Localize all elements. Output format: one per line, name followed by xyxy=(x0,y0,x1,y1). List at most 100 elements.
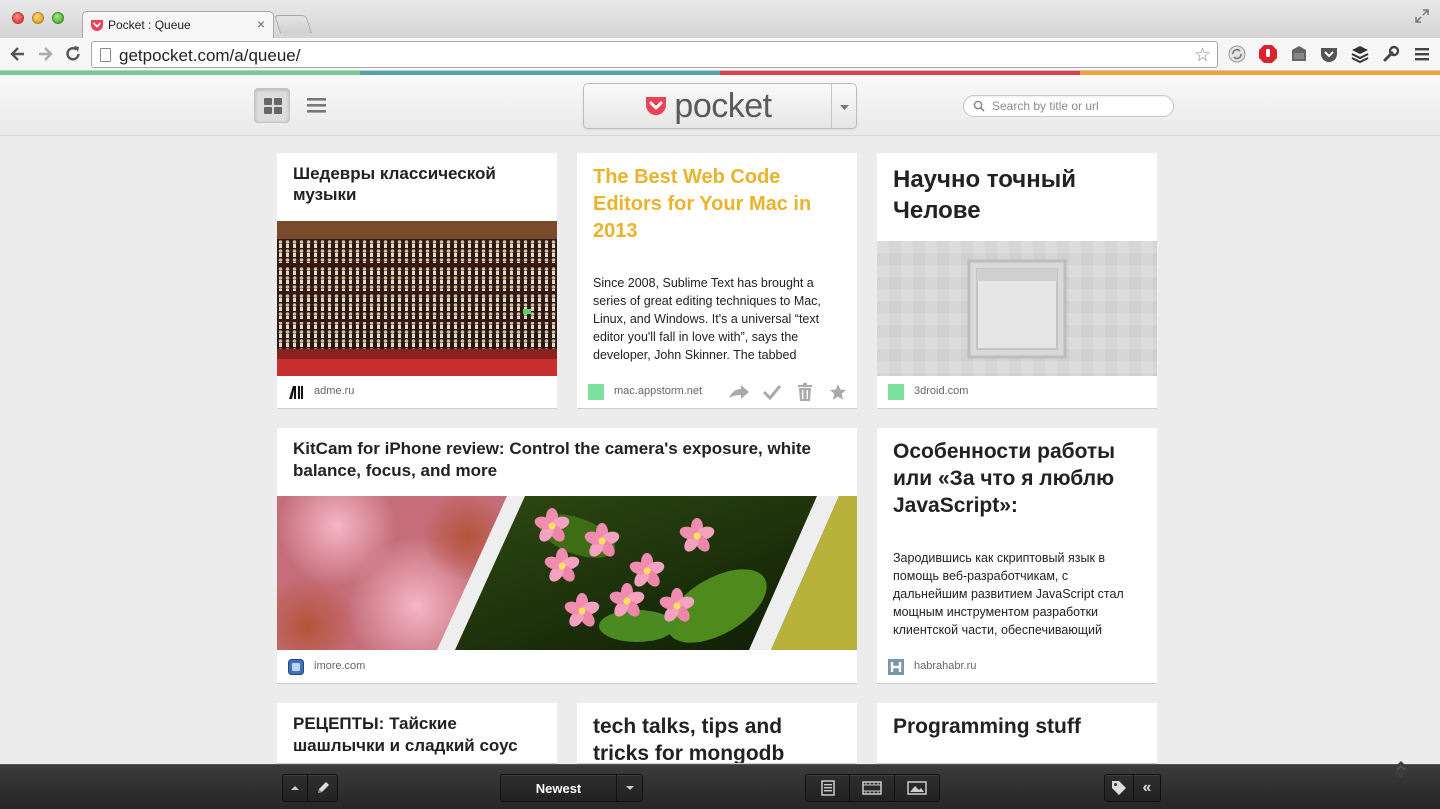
extension-tag-icon[interactable] xyxy=(1289,44,1309,64)
chevron-down-icon xyxy=(840,105,849,110)
tag-icon xyxy=(1112,781,1126,795)
article-card[interactable]: tech talks, tips and tricks for mongodb xyxy=(577,703,857,764)
article-domain[interactable]: 3droid.com xyxy=(914,385,968,397)
sort-select[interactable]: Newest xyxy=(500,774,617,802)
pocket-header: pocket xyxy=(0,75,1440,136)
article-domain[interactable]: adme.ru xyxy=(314,385,354,397)
browser-titlebar: Pocket : Queue × xyxy=(0,0,1440,39)
browser-tab-pocket-queue[interactable]: Pocket : Queue × xyxy=(82,11,274,39)
window-minimize-button[interactable] xyxy=(32,12,44,24)
pocket-favicon-icon xyxy=(91,20,103,31)
article-card[interactable]: РЕЦЕПТЫ: Тайские шашлычки и сладкий соус… xyxy=(277,703,557,764)
card-footer: imore.com xyxy=(277,651,857,683)
article-card[interactable]: Научно точный Челове 3droid.com xyxy=(877,153,1157,409)
archive-checkmark-icon[interactable] xyxy=(760,381,783,403)
article-domain[interactable]: imore.com xyxy=(314,660,365,672)
window-zoom-button[interactable] xyxy=(52,12,64,24)
article-icon xyxy=(820,780,835,796)
pocket-logo-icon xyxy=(646,97,667,115)
imore-favicon-icon xyxy=(288,659,304,675)
url-text[interactable]: getpocket.com/a/queue/ xyxy=(119,46,300,66)
article-title[interactable]: Programming stuff xyxy=(893,713,1141,740)
chevron-up-icon xyxy=(291,786,299,790)
article-card[interactable]: The Best Web Code Editors for Your Mac i… xyxy=(577,153,857,409)
card-actions xyxy=(727,381,849,403)
card-footer: habrahabr.ru xyxy=(877,651,1157,683)
sort-dropdown-button[interactable] xyxy=(616,774,643,802)
article-card[interactable]: Шедевры классической музыки adme.ru xyxy=(277,153,557,409)
new-tab-button[interactable] xyxy=(274,15,312,33)
collapse-chevrons: « xyxy=(1142,779,1152,796)
bookmark-star-icon[interactable]: ☆ xyxy=(1194,44,1211,67)
chrome-menu-icon[interactable] xyxy=(1412,44,1432,64)
article-card[interactable]: Programming stuff xyxy=(877,703,1157,764)
delete-trash-icon[interactable] xyxy=(793,381,816,403)
search-icon xyxy=(973,100,985,112)
scroll-to-top-button[interactable] xyxy=(282,774,308,802)
pocket-logo[interactable]: pocket xyxy=(584,84,832,128)
favorite-star-icon[interactable] xyxy=(826,381,849,403)
extension-sync-icon[interactable] xyxy=(1227,44,1247,64)
window-close-button[interactable] xyxy=(12,12,24,24)
browser-toolbar: getpocket.com/a/queue/ ☆ xyxy=(0,38,1440,71)
article-title[interactable]: РЕЦЕПТЫ: Тайские шашлычки и сладкий соус… xyxy=(293,713,541,763)
share-icon[interactable] xyxy=(727,381,750,403)
filter-videos-button[interactable] xyxy=(849,774,895,802)
film-icon xyxy=(862,781,882,795)
article-title[interactable]: The Best Web Code Editors for Your Mac i… xyxy=(593,164,841,245)
article-title[interactable]: Научно точный Челове xyxy=(893,164,1141,226)
list-view-button[interactable] xyxy=(299,88,335,123)
grid-view-button[interactable] xyxy=(254,88,290,123)
sort-label: Newest xyxy=(535,780,582,796)
image-icon xyxy=(907,781,927,795)
wrench-menu-icon[interactable] xyxy=(1381,44,1401,64)
card-footer: 3droid.com xyxy=(877,376,1157,408)
back-arrow-icon[interactable] xyxy=(8,44,28,64)
habr-favicon-icon xyxy=(888,659,904,675)
pencil-icon xyxy=(317,782,329,793)
extension-adblock-icon[interactable] xyxy=(1258,44,1278,64)
address-bar[interactable]: getpocket.com/a/queue/ ☆ xyxy=(91,41,1218,68)
forward-arrow-icon[interactable] xyxy=(35,44,55,64)
article-excerpt: Зародившись как скриптовый язык в помощь… xyxy=(893,551,1124,637)
extension-buffer-icon[interactable] xyxy=(1350,44,1370,64)
article-domain[interactable]: mac.appstorm.net xyxy=(614,385,702,397)
article-title[interactable]: Особенности работы или «За что я люблю J… xyxy=(893,438,1141,519)
article-thumbnail-placeholder xyxy=(877,241,1157,376)
grid-view-icon xyxy=(264,98,282,114)
green-square-favicon-icon xyxy=(888,384,904,400)
filter-images-button[interactable] xyxy=(894,774,940,802)
tags-button[interactable] xyxy=(1104,774,1134,802)
collapse-sidebar-button[interactable]: « xyxy=(1133,774,1161,802)
list-view-icon xyxy=(307,98,326,113)
article-card[interactable]: KitCam for iPhone review: Control the ca… xyxy=(277,428,857,684)
watermark-icon xyxy=(1392,761,1410,779)
article-excerpt: Since 2008, Sublime Text has brought a s… xyxy=(593,276,821,362)
tab-title: Pocket : Queue xyxy=(108,18,191,32)
green-square-favicon-icon xyxy=(588,384,604,400)
article-title[interactable]: KitCam for iPhone review: Control the ca… xyxy=(293,438,841,482)
filter-articles-button[interactable] xyxy=(805,774,850,802)
article-thumbnail-flowers xyxy=(277,496,857,650)
tab-close-icon[interactable]: × xyxy=(257,16,265,32)
reload-icon[interactable] xyxy=(63,44,83,64)
card-footer: mac.appstorm.net xyxy=(577,376,857,408)
article-thumbnail-concert-hall xyxy=(277,221,557,376)
chevron-down-icon xyxy=(625,786,634,790)
bottom-toolbar: Newest « xyxy=(0,761,1440,809)
extension-pocket-icon[interactable] xyxy=(1319,44,1339,64)
pocket-wordmark: pocket xyxy=(674,86,772,125)
search-field[interactable] xyxy=(963,95,1174,117)
pocket-logo-menu[interactable]: pocket xyxy=(583,83,857,129)
adme-favicon-icon xyxy=(289,386,303,399)
article-title[interactable]: Шедевры классической музыки xyxy=(293,163,541,206)
article-title[interactable]: tech talks, tips and tricks for mongodb xyxy=(593,713,841,763)
article-domain[interactable]: habrahabr.ru xyxy=(914,660,976,672)
page-icon xyxy=(100,48,111,62)
bulk-edit-button[interactable] xyxy=(307,774,338,802)
search-input[interactable] xyxy=(992,97,1167,115)
fullscreen-icon[interactable] xyxy=(1414,8,1430,24)
logo-dropdown-button[interactable] xyxy=(831,84,856,128)
card-footer: adme.ru xyxy=(277,376,557,408)
article-card[interactable]: Особенности работы или «За что я люблю J… xyxy=(877,428,1157,684)
